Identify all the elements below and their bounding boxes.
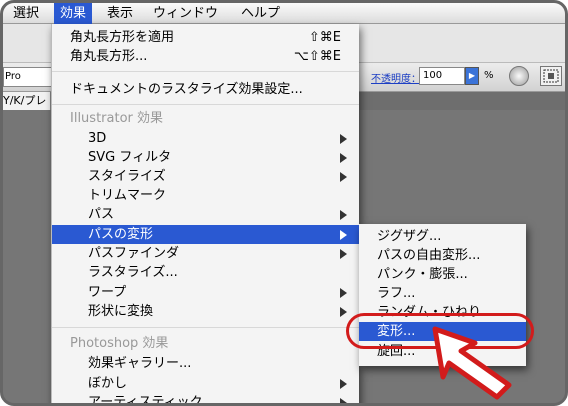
submenu-item-label: パスの自由変形... [377,248,481,263]
menu-bar: 選択 効果 表示 ウィンドウ ヘルプ [3,3,565,24]
submenu-item-label: ラフ... [377,286,416,301]
menu-item-convert-to-shape[interactable]: 形状に変換 [52,302,359,321]
menu-item-trim-marks[interactable]: トリムマーク [52,186,359,205]
menu-window[interactable]: ウィンドウ [147,3,224,24]
menu-item-effect-gallery[interactable]: 効果ギャラリー... [52,354,359,373]
align-icon [543,69,559,83]
submenu-arrow-icon [340,379,347,389]
submenu-item-label: パンク・膨張... [377,267,468,282]
submenu-arrow-icon [340,307,347,317]
submenu-arrow-icon [340,398,347,403]
menu-item-label: ぼかし [88,376,128,391]
menu-item-label: パス [88,207,115,222]
submenu-item-pucker-bloat[interactable]: パンク・膨張... [359,265,526,284]
submenu-arrow-icon [340,230,347,240]
align-to-selection-button[interactable] [540,66,562,86]
menu-item-stylize[interactable]: スタイライズ [52,167,359,186]
menu-item-label: 効果ギャラリー... [88,356,192,371]
menu-item-label: パスの変形 [88,227,154,242]
menu-item-distort-transform[interactable]: パスの変形 [52,225,359,244]
opacity-dropdown-arrow-icon[interactable]: ▶ [465,67,479,85]
menu-view[interactable]: 表示 [101,3,139,24]
submenu-item-roughen[interactable]: ラフ... [359,284,526,303]
menu-item-blur[interactable]: ぼかし [52,374,359,393]
menu-item-label: SVG フィルタ [88,150,172,165]
opacity-input[interactable]: 100 [419,67,465,85]
submenu-item-label: ジグザグ... [377,229,442,244]
app-window: Pro 不透明度： 100 ▶ % Y/K/プレ 選択 効果 表示 ウィンドウ … [0,0,568,406]
menu-item-3d[interactable]: 3D [52,129,359,148]
menu-divider [52,104,359,105]
menu-item-warp[interactable]: ワープ [52,283,359,302]
menu-item-path[interactable]: パス [52,205,359,224]
menu-item-raster-settings[interactable]: ドキュメントのラスタライズ効果設定... [52,80,359,99]
photoshop-effects-header: Photoshop 効果 [70,336,169,351]
effect-menu: 角丸長方形を適用 ⇧⌘E 角丸長方形... ⌥⇧⌘E ドキュメントのラスタライズ… [51,24,359,406]
illustrator-effects-header: Illustrator 効果 [70,111,164,126]
menu-select[interactable]: 選択 [7,3,45,24]
menu-item-rasterize[interactable]: ラスタライズ... [52,263,359,282]
menu-divider [52,327,359,328]
menu-help[interactable]: ヘルプ [235,3,286,24]
menu-item-shortcut: ⇧⌘E [308,30,341,45]
menu-item-label: パスファインダ [88,246,180,261]
menu-item-label: アーティスティック [88,395,203,406]
menu-item-label: ドキュメントのラスタライズ効果設定... [70,82,303,97]
menu-item-apply-rounded-rect[interactable]: 角丸長方形を適用 ⇧⌘E [52,28,359,47]
submenu-arrow-icon [340,249,347,259]
opacity-unit: % [484,70,494,81]
menu-item-label: 形状に変換 [88,304,154,319]
menu-item-svg-filter[interactable]: SVG フィルタ [52,148,359,167]
submenu-arrow-icon [340,134,347,144]
gear-icon[interactable] [509,66,529,86]
menu-item-label: ラスタライズ... [88,265,178,280]
submenu-arrow-icon [340,153,347,163]
menu-item-label: 角丸長方形を適用 [70,30,175,45]
document-tab[interactable]: Y/K/プレ [3,92,51,110]
submenu-item-free-distort[interactable]: パスの自由変形... [359,246,526,265]
menu-item-pathfinder[interactable]: パスファインダ [52,244,359,263]
menu-item-label: トリムマーク [88,188,167,203]
menu-item-artistic[interactable]: アーティスティック [52,393,359,406]
menu-item-label: 角丸長方形... [70,49,148,64]
opacity-label[interactable]: 不透明度： [371,70,421,85]
menu-divider [52,71,359,72]
menu-item-label: スタイライズ [88,169,166,184]
menu-item-label: ワープ [88,285,127,300]
menu-effect[interactable]: 効果 [54,3,93,24]
submenu-arrow-icon [340,288,347,298]
menu-item-rounded-rect[interactable]: 角丸長方形... ⌥⇧⌘E [52,47,359,66]
submenu-item-zigzag[interactable]: ジグザグ... [359,227,526,246]
style-field[interactable]: Pro [3,67,53,87]
menu-item-label: 3D [88,131,107,146]
menu-item-shortcut: ⌥⇧⌘E [293,49,341,64]
annotation-pointer-arrow-icon [432,326,512,400]
submenu-arrow-icon [340,210,347,220]
submenu-arrow-icon [340,172,347,182]
